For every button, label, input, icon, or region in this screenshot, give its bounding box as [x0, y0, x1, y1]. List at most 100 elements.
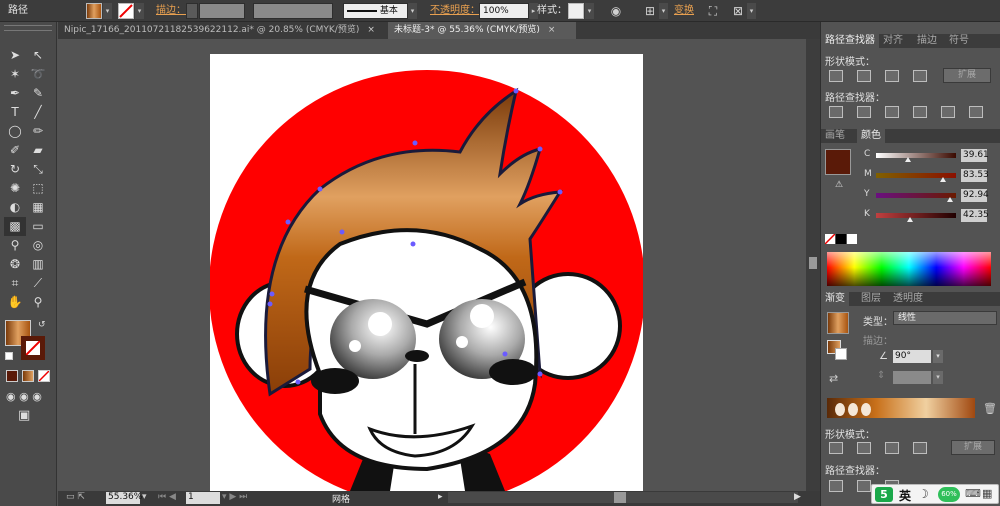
tab-stroke[interactable]: 描边	[913, 34, 941, 48]
magic-wand-tool-icon[interactable]: ✶	[4, 65, 26, 84]
none-mode-button[interactable]	[38, 370, 50, 382]
next-last-artboard[interactable]: ▾ ▶ ⏭	[222, 492, 247, 502]
align-dropdown[interactable]: ▾	[659, 3, 668, 19]
slice-tool-icon[interactable]: ⟋	[27, 274, 49, 293]
exclude-icon[interactable]	[913, 442, 927, 454]
arrange-dropdown[interactable]: ▾	[747, 3, 756, 19]
slider-knob[interactable]	[947, 197, 954, 202]
style-dropdown[interactable]: ▾	[585, 3, 594, 19]
slider-knob[interactable]	[905, 157, 911, 162]
swap-colors-icon[interactable]: ↺	[38, 320, 46, 330]
trim-icon[interactable]	[857, 480, 871, 492]
channel-value-k[interactable]: 42.35	[961, 209, 989, 222]
expand-button[interactable]: 扩展	[943, 68, 991, 83]
artboard-tool-icon[interactable]: ⌗	[4, 274, 26, 293]
slider-knob[interactable]	[906, 217, 913, 222]
transform-link[interactable]: 变换	[674, 3, 694, 19]
gradient-stop[interactable]	[861, 403, 871, 416]
moon-icon[interactable]: ☽	[918, 487, 929, 501]
channel-slider-k[interactable]	[876, 213, 956, 222]
none-color-icon[interactable]	[824, 233, 836, 245]
minus-back-icon[interactable]	[969, 106, 983, 118]
artboard[interactable]	[210, 54, 643, 491]
blend-tool-icon[interactable]: ◎	[27, 236, 49, 255]
gradient-tool-icon[interactable]: ▭	[27, 217, 49, 236]
outline-icon[interactable]	[941, 106, 955, 118]
selection-tool-icon[interactable]: ➤	[4, 46, 26, 65]
ellipse-tool-icon[interactable]: ◯	[4, 122, 26, 141]
variable-width-profile[interactable]	[253, 3, 333, 19]
zoom-field[interactable]: 55.36%	[106, 492, 142, 504]
channel-slider-m[interactable]	[876, 173, 956, 182]
brush-definition[interactable]: 基本	[343, 3, 408, 19]
arrange-icon[interactable]: ⊠	[730, 3, 746, 19]
rotate-tool-icon[interactable]: ↻	[4, 160, 26, 179]
shape-builder-tool-icon[interactable]: ◐	[4, 198, 26, 217]
symbol-sprayer-tool-icon[interactable]: ❂	[4, 255, 26, 274]
grid-icon[interactable]: ▦	[982, 487, 992, 500]
intersect-icon[interactable]	[885, 442, 899, 454]
channel-slider-c[interactable]	[876, 153, 956, 162]
tab-transparency[interactable]: 透明度	[889, 292, 927, 306]
close-icon[interactable]: ×	[367, 25, 375, 35]
color-spectrum[interactable]	[827, 252, 991, 286]
paintbrush-tool-icon[interactable]: ✏	[27, 122, 49, 141]
canvas-area[interactable]	[58, 39, 806, 491]
mesh-tool-icon[interactable]: ▩	[4, 217, 26, 236]
perspective-grid-tool-icon[interactable]: ▦	[27, 198, 49, 217]
brush-dropdown[interactable]: ▾	[408, 3, 417, 19]
opacity-label[interactable]: 不透明度：	[430, 3, 480, 19]
stroke-weight-field[interactable]	[199, 3, 245, 19]
gradient-preview-swatch[interactable]	[827, 312, 849, 334]
tab-color[interactable]: 颜色	[857, 129, 885, 143]
screen-mode-icon[interactable]: ▣	[18, 408, 30, 423]
gradient-stop[interactable]	[835, 403, 845, 416]
gradient-type-select[interactable]: 线性	[893, 311, 997, 325]
zoom-dropdown[interactable]: ▾	[142, 492, 147, 502]
tab-gradient[interactable]: 渐变	[821, 292, 849, 306]
minus-front-icon[interactable]	[857, 70, 871, 82]
line-tool-icon[interactable]: ╱	[27, 103, 49, 122]
artboard-number-field[interactable]: 1	[186, 492, 220, 504]
column-graph-tool-icon[interactable]: ▥	[27, 255, 49, 274]
h-scroll-thumb[interactable]	[614, 492, 626, 503]
black-swatch[interactable]	[836, 234, 846, 244]
artboard-nav-icon[interactable]: ▭ ⇱	[66, 492, 85, 502]
out-of-gamut-icon[interactable]: ⚠	[835, 180, 843, 190]
stroke-label[interactable]: 描边：	[156, 3, 186, 19]
lasso-tool-icon[interactable]: ➰	[27, 65, 49, 84]
pencil-tool-icon[interactable]: ✐	[4, 141, 26, 160]
zoom-tool-icon[interactable]: ⚲	[27, 293, 49, 312]
trim-icon[interactable]	[857, 106, 871, 118]
first-prev-artboard[interactable]: ⏮ ◀	[158, 492, 176, 502]
nose[interactable]	[405, 350, 429, 362]
divide-icon[interactable]	[829, 106, 843, 118]
reverse-gradient-icon[interactable]: ⇄	[829, 372, 838, 385]
fill-dropdown[interactable]: ▾	[103, 3, 112, 19]
scale-tool-icon[interactable]: ⤡	[27, 160, 49, 179]
unite-icon[interactable]	[829, 70, 843, 82]
divide-icon[interactable]	[829, 480, 843, 492]
color-mode-button[interactable]	[6, 370, 18, 382]
hand-tool-icon[interactable]: ✋	[4, 293, 26, 312]
exclude-icon[interactable]	[913, 70, 927, 82]
channel-value-y[interactable]: 92.94	[961, 189, 989, 202]
close-icon[interactable]: ×	[548, 25, 556, 35]
tab-symbols[interactable]: 符号	[945, 34, 973, 48]
aspect-dropdown[interactable]: ▾	[933, 371, 943, 384]
scroll-right-arrow[interactable]: ▶	[794, 492, 801, 502]
right-cheek[interactable]	[489, 359, 537, 385]
align-icon[interactable]: ⊞	[642, 3, 658, 19]
gradient-mode-button[interactable]	[22, 370, 34, 382]
tab-untitled-3[interactable]: 未标题-3* @ 55.36% (CMYK/预览) ×	[388, 22, 576, 39]
keyboard-icon[interactable]: ⌨	[965, 487, 981, 500]
channel-value-c[interactable]: 39.61	[961, 149, 989, 162]
tab-align[interactable]: 对齐	[879, 34, 907, 48]
eraser-tool-icon[interactable]: ▰	[27, 141, 49, 160]
stroke-color-box[interactable]	[21, 336, 45, 360]
graphic-style-swatch[interactable]	[568, 3, 584, 19]
free-transform-tool-icon[interactable]: ⬚	[27, 179, 49, 198]
warp-tool-icon[interactable]: ✺	[4, 179, 26, 198]
gradient-stroke-icon[interactable]	[835, 348, 847, 360]
stroke-dropdown[interactable]: ▾	[135, 3, 144, 19]
